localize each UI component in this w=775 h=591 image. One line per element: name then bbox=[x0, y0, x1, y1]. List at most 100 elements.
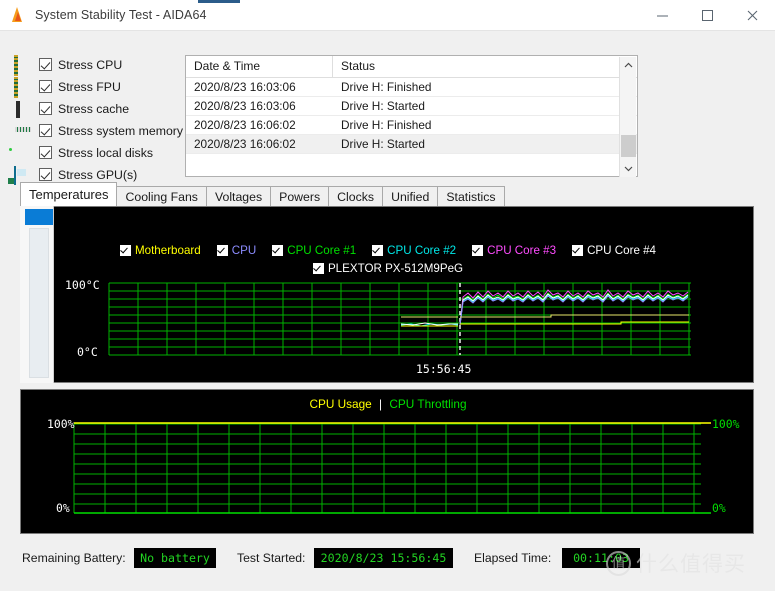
table-row[interactable]: 2020/8/23 16:06:02 Drive H: Started bbox=[186, 135, 637, 154]
tab-powers[interactable]: Powers bbox=[270, 186, 329, 206]
fpu-chip-icon bbox=[14, 79, 32, 95]
log-row-status: Drive H: Started bbox=[333, 135, 637, 153]
temperature-legend-row-1: Motherboard CPU CPU Core #1 CPU Core #2 … bbox=[21, 244, 755, 257]
cpu-chart-title: CPU Usage | CPU Throttling bbox=[21, 397, 755, 411]
gpu-monitor-icon bbox=[14, 167, 32, 183]
legend-item-cpu-core-1[interactable]: CPU Core #1 bbox=[272, 244, 356, 257]
legend-checkbox[interactable] bbox=[272, 245, 283, 256]
legend-label: CPU bbox=[232, 244, 256, 257]
tab-clocks[interactable]: Clocks bbox=[328, 186, 383, 206]
cpu-throttling-legend-label: CPU Throttling bbox=[389, 397, 466, 411]
maximize-icon[interactable] bbox=[685, 0, 730, 30]
log-row-datetime: 2020/8/23 16:03:06 bbox=[186, 78, 333, 96]
stress-cache-label: Stress cache bbox=[58, 102, 129, 116]
elapsed-time-value: 00:11:03 bbox=[562, 548, 640, 568]
cpu-axis-left-max: 100% bbox=[47, 417, 74, 431]
status-row: Remaining Battery: No battery Test Start… bbox=[0, 543, 775, 575]
event-log-table: Date & Time Status 2020/8/23 16:03:06 Dr… bbox=[185, 55, 638, 177]
chevron-up-icon[interactable] bbox=[620, 57, 637, 74]
legend-item-cpu-core-3[interactable]: CPU Core #3 bbox=[472, 244, 556, 257]
tab-unified[interactable]: Unified bbox=[382, 186, 438, 206]
table-row[interactable]: 2020/8/23 16:06:02 Drive H: Finished bbox=[186, 116, 637, 135]
legend-checkbox[interactable] bbox=[120, 245, 131, 256]
stress-options-list: Stress CPU Stress FPU Stress cache Stres… bbox=[14, 54, 186, 186]
cpu-chip-icon bbox=[14, 57, 32, 73]
cpu-axis-right-min: 0% bbox=[712, 501, 726, 515]
hard-disk-icon bbox=[14, 145, 32, 161]
log-row-status: Drive H: Finished bbox=[333, 78, 637, 96]
window-title: System Stability Test - AIDA64 bbox=[35, 8, 207, 22]
log-rows: 2020/8/23 16:03:06 Drive H: Finished 202… bbox=[186, 78, 637, 176]
temperature-legend-row-2: PLEXTOR PX-512M9PeG bbox=[21, 262, 755, 275]
tab-temperatures[interactable]: Temperatures bbox=[20, 182, 117, 206]
cache-icon bbox=[14, 101, 32, 117]
stress-memory-label: Stress system memory bbox=[58, 124, 183, 138]
title-accent-bar bbox=[198, 0, 240, 3]
legend-item-cpu[interactable]: CPU bbox=[217, 244, 256, 257]
legend-item-motherboard[interactable]: Motherboard bbox=[120, 244, 201, 257]
stress-option-disks[interactable]: Stress local disks bbox=[14, 142, 186, 163]
legend-label: CPU Core #2 bbox=[387, 244, 456, 257]
legend-label: Motherboard bbox=[135, 244, 201, 257]
tab-statistics[interactable]: Statistics bbox=[437, 186, 504, 206]
legend-label: CPU Core #3 bbox=[487, 244, 556, 257]
legend-checkbox[interactable] bbox=[313, 263, 324, 274]
sensor-scrollbar-track[interactable] bbox=[29, 228, 49, 378]
close-icon[interactable] bbox=[730, 0, 775, 30]
legend-label: PLEXTOR PX-512M9PeG bbox=[328, 262, 463, 275]
log-header-row: Date & Time Status bbox=[186, 56, 637, 78]
stress-option-cache[interactable]: Stress cache bbox=[14, 98, 186, 119]
log-row-datetime: 2020/8/23 16:06:02 bbox=[186, 116, 333, 134]
log-row-datetime: 2020/8/23 16:06:02 bbox=[186, 135, 333, 153]
stress-disks-label: Stress local disks bbox=[58, 146, 153, 160]
temp-axis-max-label: 100°C bbox=[65, 278, 100, 292]
aida64-stability-test-window: System Stability Test - AIDA64 Stress CP… bbox=[0, 0, 775, 591]
memory-module-icon bbox=[14, 123, 32, 139]
stress-fpu-label: Stress FPU bbox=[58, 80, 121, 94]
chevron-down-icon[interactable] bbox=[620, 160, 637, 177]
test-started-value: 2020/8/23 15:56:45 bbox=[314, 548, 453, 568]
stress-gpu-checkbox[interactable] bbox=[39, 168, 52, 181]
legend-checkbox[interactable] bbox=[572, 245, 583, 256]
table-row[interactable]: 2020/8/23 16:03:06 Drive H: Started bbox=[186, 97, 637, 116]
legend-item-cpu-core-2[interactable]: CPU Core #2 bbox=[372, 244, 456, 257]
tab-voltages[interactable]: Voltages bbox=[206, 186, 271, 206]
minimize-icon[interactable] bbox=[640, 0, 685, 30]
legend-separator: | bbox=[379, 397, 382, 411]
chart-tabs: Temperatures Cooling Fans Voltages Power… bbox=[20, 182, 504, 206]
stress-memory-checkbox[interactable] bbox=[39, 124, 52, 137]
stress-cpu-checkbox[interactable] bbox=[39, 58, 52, 71]
stress-option-memory[interactable]: Stress system memory bbox=[14, 120, 186, 141]
remaining-battery-label: Remaining Battery: bbox=[22, 551, 126, 565]
legend-label: CPU Core #1 bbox=[287, 244, 356, 257]
stress-cache-checkbox[interactable] bbox=[39, 102, 52, 115]
temperature-plot bbox=[21, 279, 755, 359]
window-controls bbox=[640, 0, 775, 30]
stress-disks-checkbox[interactable] bbox=[39, 146, 52, 159]
log-scrollbar[interactable] bbox=[619, 57, 636, 177]
window-body: Stress CPU Stress FPU Stress cache Stres… bbox=[0, 30, 775, 591]
log-col-datetime: Date & Time bbox=[186, 56, 333, 77]
legend-checkbox[interactable] bbox=[472, 245, 483, 256]
cpu-usage-legend-label: CPU Usage bbox=[309, 397, 371, 411]
temp-axis-time-label: 15:56:45 bbox=[416, 362, 471, 376]
legend-checkbox[interactable] bbox=[372, 245, 383, 256]
stress-cpu-label: Stress CPU bbox=[58, 58, 122, 72]
stress-option-cpu[interactable]: Stress CPU bbox=[14, 54, 186, 75]
log-row-status: Drive H: Finished bbox=[333, 116, 637, 134]
sensor-scrollbar-thumb[interactable] bbox=[25, 209, 53, 225]
stress-fpu-checkbox[interactable] bbox=[39, 80, 52, 93]
legend-item-plextor[interactable]: PLEXTOR PX-512M9PeG bbox=[313, 262, 463, 275]
title-bar: System Stability Test - AIDA64 bbox=[0, 0, 775, 30]
legend-item-cpu-core-4[interactable]: CPU Core #4 bbox=[572, 244, 656, 257]
sensor-list-scrollbar[interactable] bbox=[20, 206, 54, 383]
cpu-axis-right-max: 100% bbox=[712, 417, 739, 431]
table-row[interactable]: 2020/8/23 16:03:06 Drive H: Finished bbox=[186, 78, 637, 97]
log-scrollbar-thumb[interactable] bbox=[621, 135, 636, 157]
legend-checkbox[interactable] bbox=[217, 245, 228, 256]
stress-option-fpu[interactable]: Stress FPU bbox=[14, 76, 186, 97]
temp-axis-min-label: 0°C bbox=[77, 345, 98, 359]
tab-cooling-fans[interactable]: Cooling Fans bbox=[116, 186, 206, 206]
cpu-usage-chart: CPU Usage | CPU Throttling bbox=[20, 389, 754, 534]
log-row-datetime: 2020/8/23 16:03:06 bbox=[186, 97, 333, 115]
